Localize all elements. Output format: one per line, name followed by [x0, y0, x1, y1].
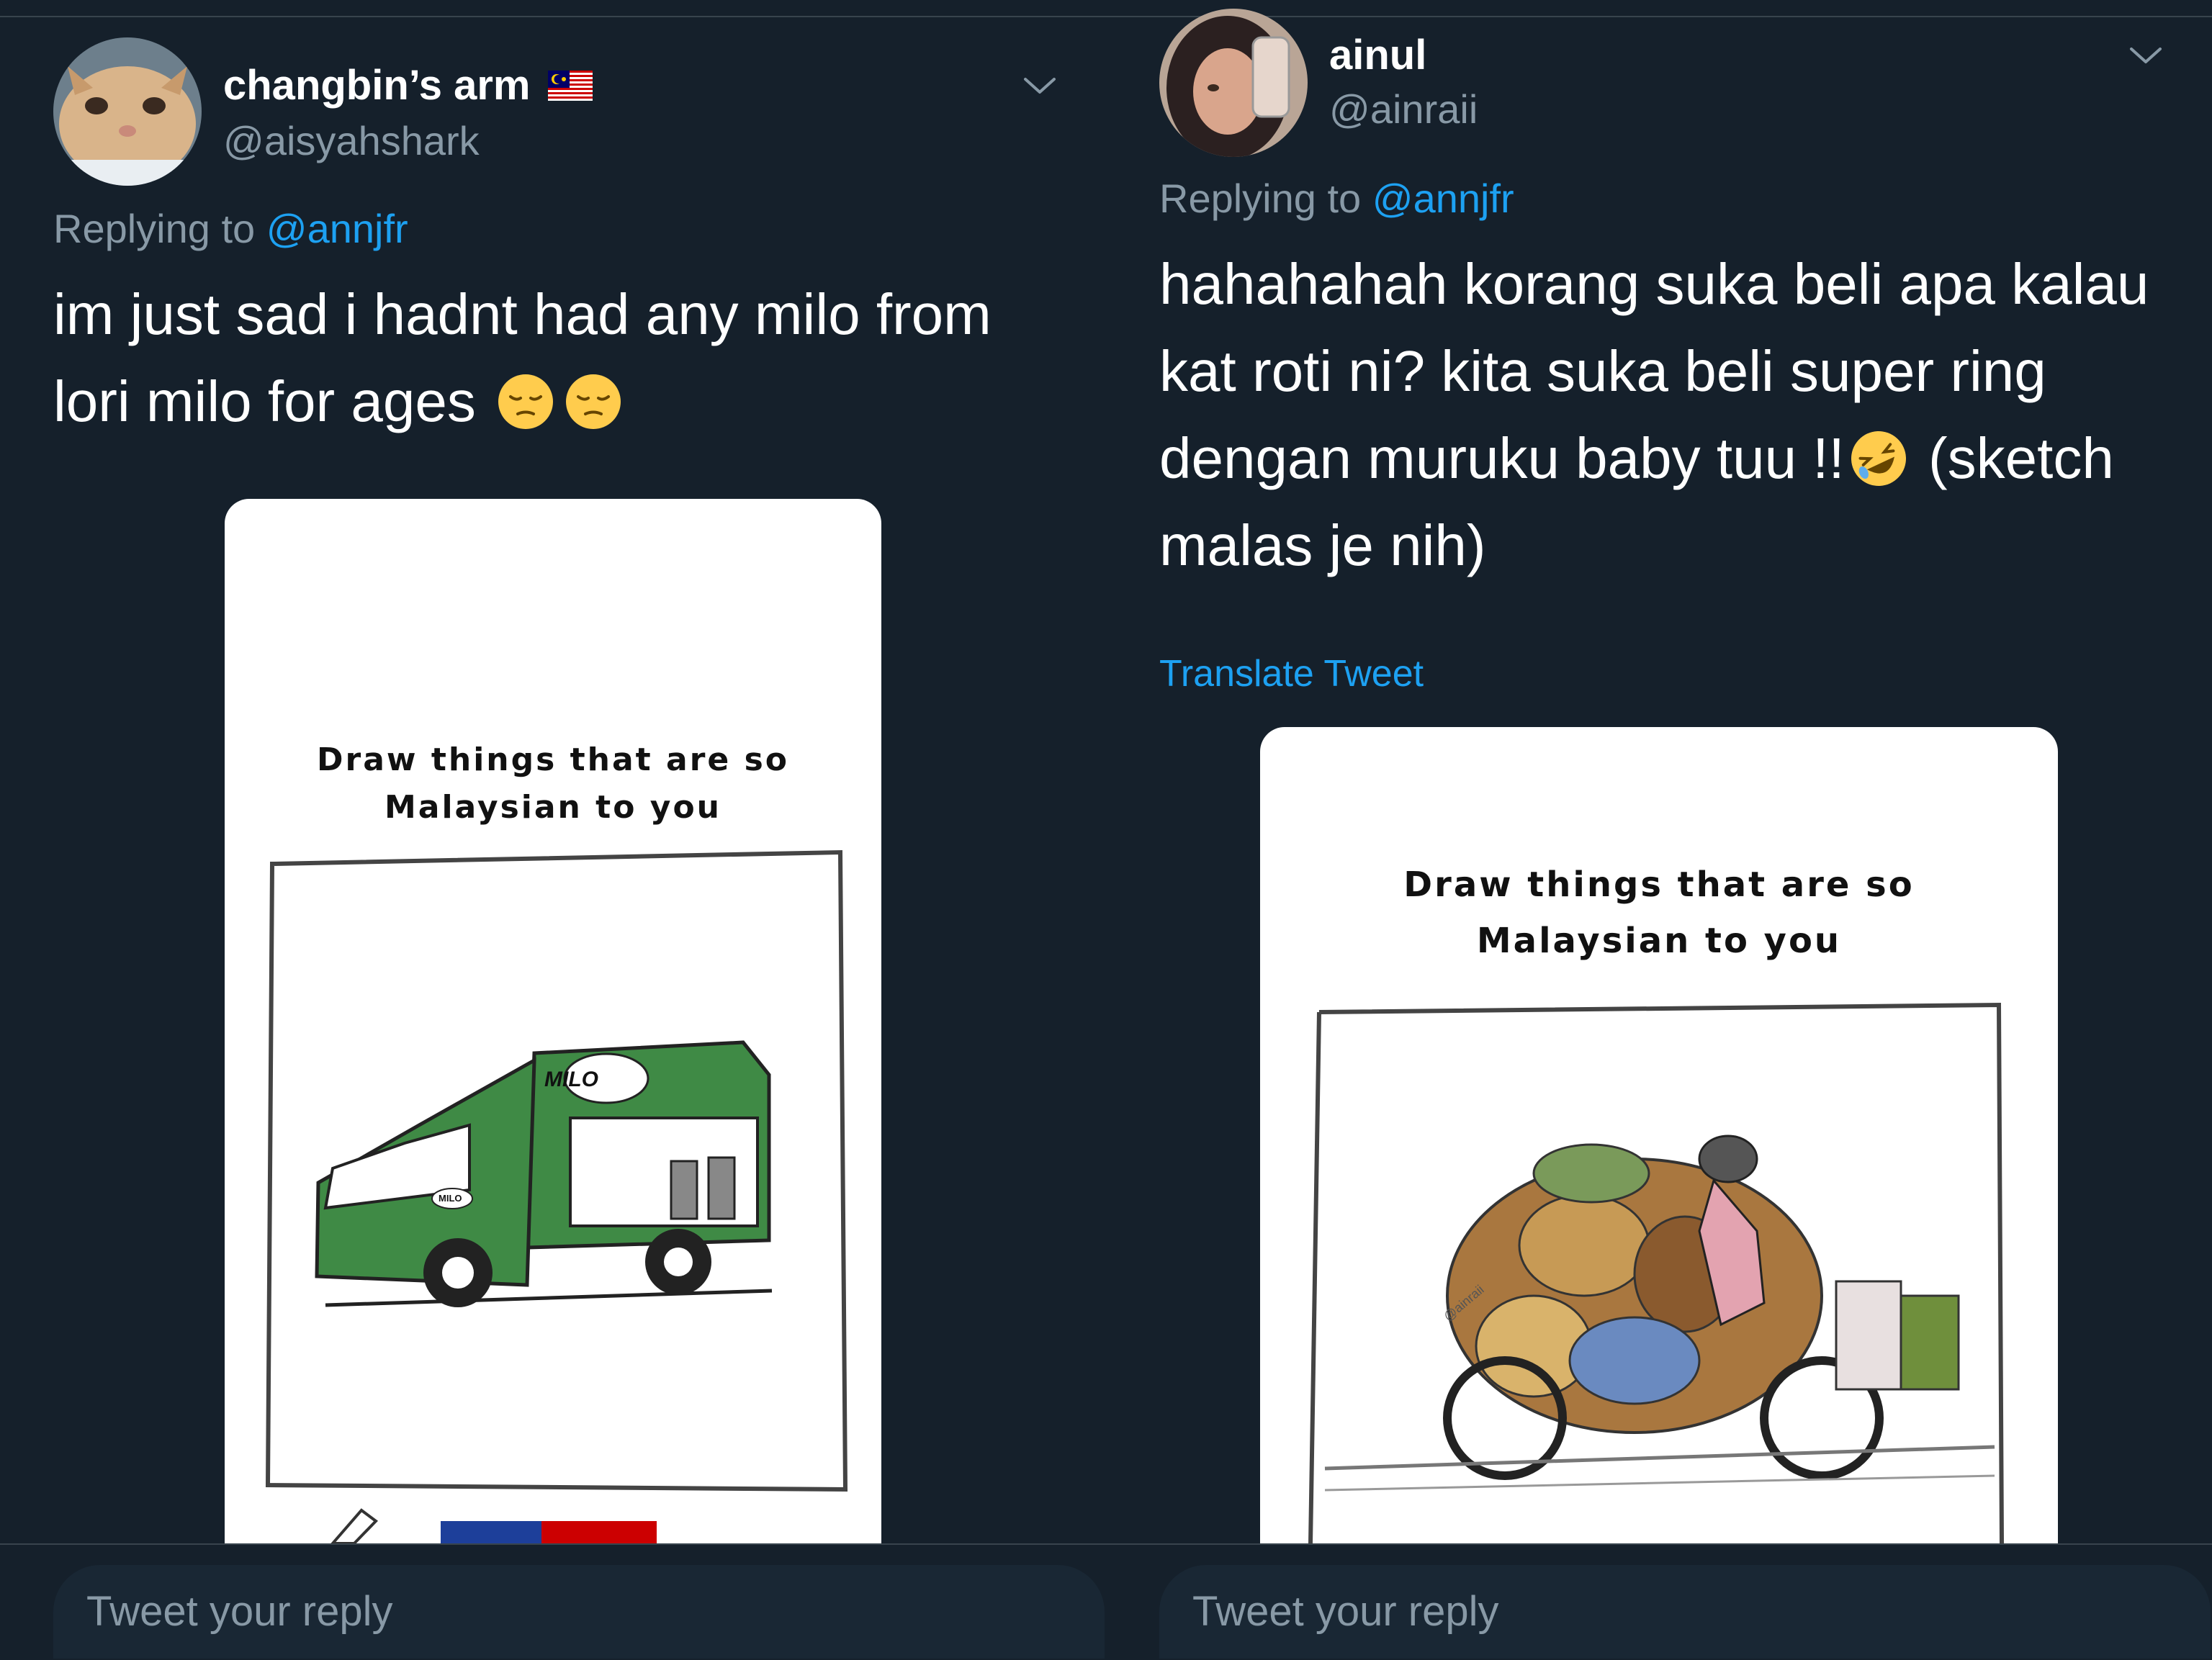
chevron-down-icon[interactable]: [2128, 45, 2163, 66]
profile-photo-icon: [1159, 9, 1308, 157]
display-name[interactable]: changbin’s arm: [223, 65, 531, 107]
avatar[interactable]: [53, 37, 202, 186]
chevron-down-icon[interactable]: [1022, 75, 1057, 96]
replying-prefix: Replying to: [53, 206, 256, 251]
reply-input[interactable]: Tweet your reply: [1159, 1565, 2211, 1659]
tweet-right: ainul @ainraii Replying to @annjfr hahah…: [1106, 0, 2212, 1659]
cat-avatar-icon: [53, 37, 202, 186]
handle[interactable]: @aisyahshark: [223, 121, 480, 161]
display-name[interactable]: ainul: [1329, 35, 1426, 76]
tweet-image[interactable]: Draw things that are so Malaysian to you: [225, 499, 881, 1543]
tweet-text: hahahahah korang suka beli apa kalau kat…: [1159, 240, 2182, 589]
truck-small-brand: MILO: [439, 1193, 462, 1204]
handle[interactable]: @ainraii: [1329, 89, 1478, 130]
mention-link[interactable]: @annjfr: [1372, 176, 1514, 221]
tweet-image[interactable]: Draw things that are so Malaysian to you: [1260, 727, 2058, 1543]
mention-link[interactable]: @annjfr: [266, 206, 408, 251]
pensive-face-icon: [566, 374, 621, 429]
malaysia-flag-icon: [547, 71, 593, 101]
pensive-face-icon: [498, 374, 554, 429]
replying-to: Replying to @annjfr: [53, 209, 408, 249]
rolling-laughing-icon: [1851, 431, 1906, 486]
avatar[interactable]: [1159, 9, 1308, 157]
replying-to: Replying to @annjfr: [1159, 179, 1514, 219]
tweet-text: im just sad i hadnt had any milo from lo…: [53, 271, 1033, 445]
tweet-left: changbin’s arm @aisyahshark Replying to …: [0, 0, 1106, 1659]
replying-prefix: Replying to: [1159, 176, 1362, 221]
translate-tweet-link[interactable]: Translate Tweet: [1159, 655, 1424, 693]
reply-input[interactable]: Tweet your reply: [53, 1565, 1105, 1659]
truck-brand: MILO: [544, 1068, 598, 1091]
bread-motorcycle-sketch: [1308, 1002, 2004, 1543]
milo-truck-sketch: [265, 849, 848, 1543]
